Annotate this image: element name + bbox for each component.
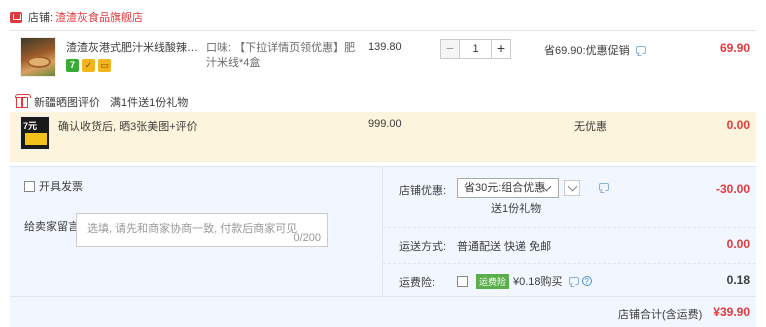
unit-price: 139.80 xyxy=(368,41,402,53)
shipping-row: 运送方式: 普通配送 快递 免邮 0.00 xyxy=(383,227,756,263)
store-discount-value: -30.00 xyxy=(715,182,750,196)
product-props: 口味: 【下拉详情页领优惠】肥汁米线*4盒 xyxy=(206,42,356,69)
gift-header: 新疆晒图评价 满1件送1份礼物 xyxy=(10,93,756,111)
credit-card-icon[interactable]: ▭ xyxy=(98,59,111,72)
help-icon[interactable]: ? xyxy=(581,276,592,286)
seven-day-return-icon[interactable]: 7 xyxy=(66,59,79,72)
shipping-value: 0.00 xyxy=(726,237,750,251)
shipping-label: 运送方式: xyxy=(399,241,447,253)
store-discount-label: 店铺优惠: xyxy=(399,185,447,197)
store-header: 店铺: 渣渣灰食品旗舰店 xyxy=(10,8,143,26)
invoice-checkbox[interactable] xyxy=(24,180,35,192)
promo-text: 省69.90:优惠促销 xyxy=(544,45,630,57)
insurance-row: 运费险: 运费险 ¥0.18购买 ? 0.18 xyxy=(383,263,756,295)
insurance-checkbox[interactable] xyxy=(457,275,468,287)
discount-gift-note: 送1份礼物 xyxy=(491,203,542,215)
chat-icon[interactable] xyxy=(635,46,646,54)
chevron-down-icon[interactable] xyxy=(564,180,580,196)
gift-image[interactable] xyxy=(20,116,50,150)
gift-subtotal: 0.00 xyxy=(726,118,750,132)
service-badges: 7 ✓ ▭ xyxy=(66,59,111,72)
chat-icon[interactable] xyxy=(568,277,579,285)
message-placeholder: 选填, 请先和商家协商一致, 付款后商家可见 xyxy=(87,223,298,235)
message-textarea[interactable]: 选填, 请先和商家协商一致, 付款后商家可见 0/200 xyxy=(76,213,328,247)
gift-icon xyxy=(15,93,31,108)
gift-tag: 新疆晒图评价 xyxy=(34,97,100,109)
product-name-link[interactable]: 渣渣灰港式肥汁米线酸辣米粉酸... xyxy=(66,41,200,55)
message-label: 给卖家留言: xyxy=(24,221,83,233)
message-char-count: 0/200 xyxy=(293,232,321,244)
insurance-option[interactable]: 运费险 ¥0.18购买 ? xyxy=(457,273,592,289)
gift-price: 999.00 xyxy=(368,118,402,130)
decrease-button[interactable]: − xyxy=(440,39,460,59)
increase-button[interactable]: + xyxy=(491,39,511,59)
store-discount-row: 店铺优惠: 省30元:组合优惠 送1份礼物 -30.00 xyxy=(383,167,756,227)
quantity-input[interactable]: 1 xyxy=(460,39,491,59)
gift-description: 满1件送1份礼物 xyxy=(110,97,189,109)
gift-promo: 无优惠 xyxy=(574,121,607,133)
guarantee-icon[interactable]: ✓ xyxy=(82,59,95,72)
chat-icon[interactable] xyxy=(599,183,609,191)
insurance-label: 运费险: xyxy=(399,277,436,289)
order-right-column: 店铺优惠: 省30元:组合优惠 送1份礼物 -30.00 运送方式: 普通配送 … xyxy=(383,167,756,295)
discount-select[interactable]: 省30元:组合优惠 xyxy=(457,178,559,198)
store-total-label: 店铺合计(含运费) xyxy=(618,309,703,321)
gift-name: 确认收货后, 晒3张美图+评价 xyxy=(58,121,198,133)
insurance-tag: 运费险 xyxy=(476,273,510,289)
order-left-column: 开具发票 给卖家留言: 选填, 请先和商家协商一致, 付款后商家可见 0/200 xyxy=(10,167,382,295)
store-total-bar: 店铺合计(含运费) ¥39.90 xyxy=(10,296,756,327)
gift-item-row: 确认收货后, 晒3张美图+评价 999.00 无优惠 0.00 xyxy=(10,112,756,162)
item-subtotal: 69.90 xyxy=(719,41,750,55)
store-name-link[interactable]: 渣渣灰食品旗舰店 xyxy=(55,9,143,25)
product-image[interactable] xyxy=(20,37,56,77)
item-promo: 省69.90:优惠促销 xyxy=(544,42,646,58)
shop-icon xyxy=(10,11,22,23)
shipping-method: 普通配送 快递 免邮 xyxy=(457,241,552,253)
store-label: 店铺: xyxy=(28,12,54,24)
invoice-option[interactable]: 开具发票 xyxy=(24,178,83,194)
insurance-text: ¥0.18购买 xyxy=(513,276,563,288)
store-total-value: ¥39.90 xyxy=(713,305,750,319)
insurance-value: 0.18 xyxy=(726,273,750,287)
invoice-label: 开具发票 xyxy=(39,181,83,193)
order-item-row: 渣渣灰港式肥汁米线酸辣米粉酸... 7 ✓ ▭ 口味: 【下拉详情页领优惠】肥汁… xyxy=(10,30,756,86)
quantity-stepper: − 1 + xyxy=(440,39,511,59)
order-options: 开具发票 给卖家留言: 选填, 请先和商家协商一致, 付款后商家可见 0/200… xyxy=(10,166,756,327)
